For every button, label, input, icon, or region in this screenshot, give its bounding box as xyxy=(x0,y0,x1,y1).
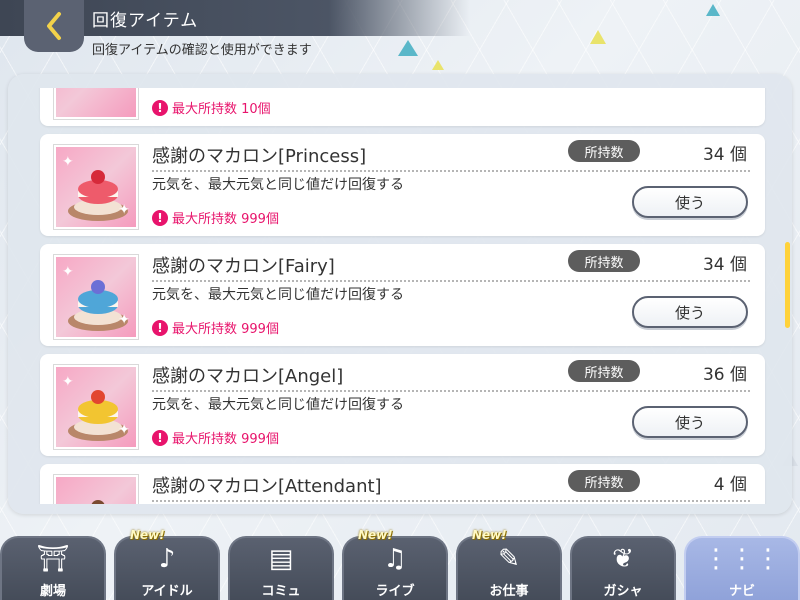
owned-badge: 所持数 xyxy=(568,250,640,272)
warning-icon: ! xyxy=(152,429,168,446)
list-item: ✦ ✦ 感謝のマカロン[Princess] 所持数 34 個 元気を、最大元気と… xyxy=(40,134,765,236)
commu-icon: ▤ xyxy=(268,544,294,574)
warning-icon: ! xyxy=(152,209,168,226)
nav-tab-live[interactable]: New! ♫ ライブ xyxy=(342,528,448,600)
owned-badge: 所持数 xyxy=(568,140,640,162)
nav-label: ガシャ xyxy=(603,584,643,599)
item-description: 元気を、最大元気と同じ値だけ回復する xyxy=(152,397,404,413)
max-owned-warning: ! 最大所持数 10個 xyxy=(152,98,271,117)
page-subtitle: 回復アイテムの確認と使用ができます xyxy=(92,43,312,58)
divider xyxy=(152,390,750,392)
item-quantity: 34 個 xyxy=(702,145,747,165)
item-thumbnail: ✦ ✦ xyxy=(54,145,138,229)
live-icon: ♫ xyxy=(383,544,407,574)
item-list-panel: ! 最大所持数 10個 使う ✦ ✦ 感謝のマカロン[Princess] xyxy=(8,74,792,514)
nav-label: アイドル xyxy=(141,584,193,599)
item-thumbnail: ✦ ✦ xyxy=(54,255,138,339)
item-thumbnail xyxy=(54,475,138,504)
max-owned-warning: ! 最大所持数 999個 xyxy=(152,428,279,447)
item-list[interactable]: ! 最大所持数 10個 使う ✦ ✦ 感謝のマカロン[Princess] xyxy=(8,88,792,504)
sparkle-icon: ✦ xyxy=(118,312,130,328)
macaron-icon xyxy=(91,500,105,504)
divider xyxy=(152,280,750,282)
nav-tab-commu[interactable]: ▤ コミュ xyxy=(228,536,334,600)
new-badge: New! xyxy=(472,528,507,542)
list-item: ! 最大所持数 10個 使う xyxy=(40,88,765,126)
item-name: 感謝のマカロン[Attendant] xyxy=(152,476,382,497)
work-icon: ✎ xyxy=(498,544,520,574)
nav-tab-idol[interactable]: New! ♪ アイドル xyxy=(114,528,220,600)
divider xyxy=(152,170,750,172)
nav-tab-navi[interactable]: ⋮⋮⋮ ナビ xyxy=(684,536,800,600)
max-owned-warning: ! 最大所持数 999個 xyxy=(152,318,279,337)
warning-icon: ! xyxy=(152,99,168,116)
list-item: ✦ ✦ 感謝のマカロン[Fairy] 所持数 34 個 元気を、最大元気と同じ値… xyxy=(40,244,765,346)
item-description: 元気を、最大元気と同じ値だけ回復する xyxy=(152,177,404,193)
page-title: 回復アイテム xyxy=(92,11,199,31)
max-owned-text: 最大所持数 999個 xyxy=(172,322,279,337)
nav-tab-work[interactable]: New! ✎ お仕事 xyxy=(456,528,562,600)
sparkle-icon: ✦ xyxy=(62,154,74,170)
owned-badge: 所持数 xyxy=(568,470,640,492)
new-badge: New! xyxy=(130,528,165,542)
back-button[interactable] xyxy=(24,0,84,52)
navi-icon: ⋮⋮⋮ xyxy=(703,544,781,574)
decor-triangle xyxy=(398,40,418,56)
item-name: 感謝のマカロン[Fairy] xyxy=(152,256,335,277)
nav-label: ナビ xyxy=(728,584,755,599)
owned-badge: 所持数 xyxy=(568,360,640,382)
new-badge: New! xyxy=(358,528,393,542)
theater-icon: ⛩ xyxy=(36,544,70,574)
nav-label: ライブ xyxy=(375,584,415,599)
nav-tab-gacha[interactable]: ❦ ガシャ xyxy=(570,536,676,600)
decor-triangle xyxy=(432,60,444,70)
use-button[interactable]: 使う xyxy=(632,296,748,328)
sparkle-icon: ✦ xyxy=(118,202,130,218)
item-quantity: 34 個 xyxy=(702,255,747,275)
item-thumbnail: ✦ ✦ xyxy=(54,365,138,449)
bottom-nav: ⛩ 劇場 New! ♪ アイドル ▤ コミュ New! ♫ ライブ New! ✎… xyxy=(0,526,800,600)
decor-triangle xyxy=(706,4,720,16)
nav-tab-theater[interactable]: ⛩ 劇場 xyxy=(0,536,106,600)
max-owned-text: 最大所持数 999個 xyxy=(172,212,279,227)
sparkle-icon: ✦ xyxy=(118,422,130,438)
chevron-left-icon xyxy=(47,12,61,40)
max-owned-text: 最大所持数 999個 xyxy=(172,432,279,447)
sparkle-icon: ✦ xyxy=(62,264,74,280)
list-item: 感謝のマカロン[Attendant] 所持数 4 個 xyxy=(40,464,765,504)
use-button[interactable]: 使う xyxy=(632,186,748,218)
item-name: 感謝のマカロン[Angel] xyxy=(152,366,344,387)
item-thumbnail xyxy=(54,88,138,119)
sparkle-icon: ✦ xyxy=(62,374,74,390)
list-item: ✦ ✦ 感謝のマカロン[Angel] 所持数 36 個 元気を、最大元気と同じ値… xyxy=(40,354,765,456)
max-owned-warning: ! 最大所持数 999個 xyxy=(152,208,279,227)
divider xyxy=(152,500,750,502)
warning-icon: ! xyxy=(152,319,168,336)
gacha-icon: ❦ xyxy=(612,544,634,574)
scrollbar-thumb[interactable] xyxy=(785,242,790,328)
item-quantity: 36 個 xyxy=(702,365,747,385)
nav-label: お仕事 xyxy=(489,584,529,599)
use-button[interactable]: 使う xyxy=(632,406,748,438)
nav-label: コミュ xyxy=(261,584,301,599)
max-owned-text: 最大所持数 10個 xyxy=(172,102,271,117)
item-name: 感謝のマカロン[Princess] xyxy=(152,146,367,167)
idol-icon: ♪ xyxy=(158,544,176,574)
nav-label: 劇場 xyxy=(39,584,66,599)
item-quantity: 4 個 xyxy=(713,475,747,495)
decor-triangle xyxy=(590,30,606,44)
item-description: 元気を、最大元気と同じ値だけ回復する xyxy=(152,287,404,303)
